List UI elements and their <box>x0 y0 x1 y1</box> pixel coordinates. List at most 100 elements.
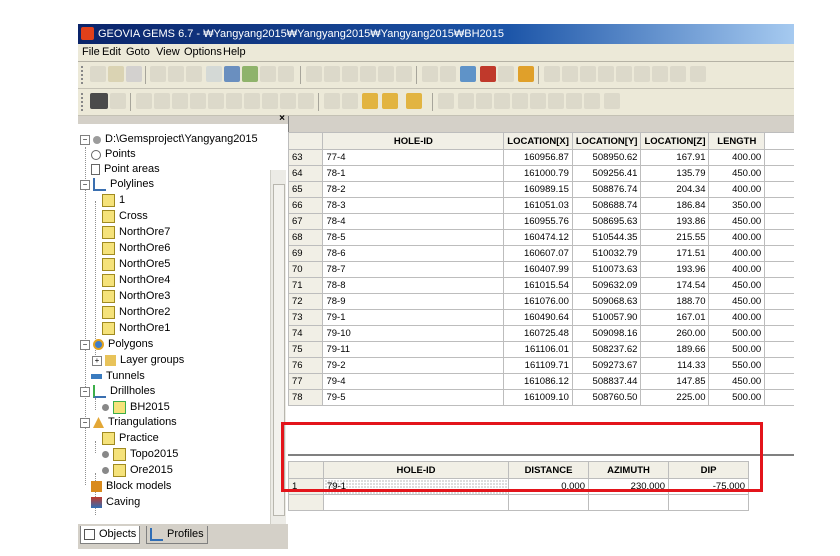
menu-options[interactable]: Options <box>184 46 222 58</box>
tree-item-ore2015[interactable]: Ore2015 <box>102 463 173 478</box>
table-cell[interactable]: 186.84 <box>640 197 710 214</box>
tree-item-northore2[interactable]: NorthOre2 <box>102 305 170 320</box>
tree-item-drillholes[interactable]: − Drillholes <box>80 384 155 399</box>
row-number-cell[interactable]: 64 <box>287 165 324 182</box>
table-cell[interactable]: 147.85 <box>640 373 710 390</box>
measure-icon[interactable] <box>598 66 614 82</box>
table-cell[interactable]: 161109.71 <box>503 357 573 374</box>
table-cell[interactable]: 78-1 <box>322 165 505 182</box>
redo-icon[interactable] <box>168 66 184 82</box>
tree-item-northore3[interactable]: NorthOre3 <box>102 289 170 304</box>
overlay-icon[interactable] <box>342 93 358 109</box>
zoom-in-icon[interactable] <box>136 93 152 109</box>
paste-icon[interactable] <box>324 66 340 82</box>
draw-line-icon[interactable] <box>494 93 510 109</box>
table-cell[interactable]: 508237.62 <box>571 341 642 358</box>
table-cell[interactable]: 450.00 <box>708 213 766 230</box>
table-cell[interactable]: 508876.74 <box>571 181 642 198</box>
tab-profiles[interactable]: Profiles <box>146 526 208 544</box>
table-cell[interactable]: 509632.09 <box>571 277 642 294</box>
table-cell[interactable]: 509273.67 <box>571 357 642 374</box>
table-cell[interactable]: 160407.99 <box>503 261 573 278</box>
tree-item-block-models[interactable]: Block models <box>91 479 171 494</box>
help-icon[interactable] <box>518 66 534 82</box>
tree-item-practice[interactable]: Practice <box>102 431 159 446</box>
table-cell[interactable]: 400.00 <box>708 245 766 262</box>
table-cell[interactable]: 135.79 <box>640 165 710 182</box>
tree-item-triangulations[interactable]: − Triangulations <box>80 415 177 430</box>
tree-item-cross[interactable]: Cross <box>102 209 148 224</box>
tree-item-caving[interactable]: Caving <box>91 495 140 510</box>
menu-goto[interactable]: Goto <box>126 46 150 58</box>
drillhole-icon[interactable] <box>362 93 378 109</box>
table-cell[interactable]: 500.00 <box>708 325 766 342</box>
table-row[interactable]: 74 79-10 160725.48 509098.16 260.00 500.00 <box>287 325 794 342</box>
table-cell[interactable]: 450.00 <box>708 277 766 294</box>
table-cell-empty[interactable] <box>508 494 589 511</box>
table-cell[interactable]: 450.00 <box>708 165 766 182</box>
table-cell[interactable]: 161076.00 <box>503 293 573 310</box>
table-cell[interactable]: 79-11 <box>322 341 505 358</box>
table-cell[interactable]: 400.00 <box>708 309 766 326</box>
table-cell[interactable]: 79-2 <box>322 357 505 374</box>
clip-plane-icon[interactable] <box>324 93 340 109</box>
pen-icon[interactable] <box>260 66 276 82</box>
expand-icon[interactable]: + <box>92 355 102 366</box>
row-number-cell[interactable]: 74 <box>287 325 324 342</box>
row-number-cell[interactable]: 76 <box>287 357 324 374</box>
table-cell[interactable]: 400.00 <box>708 229 766 246</box>
polyline-icon[interactable] <box>562 66 578 82</box>
table-cell[interactable]: 161009.10 <box>503 389 573 406</box>
tree-item-polylines[interactable]: − Polylines <box>80 177 154 192</box>
table-cell[interactable]: 500.00 <box>708 389 766 406</box>
table-cell[interactable]: 215.55 <box>640 229 710 246</box>
column-header[interactable]: LOCATION[Z] <box>640 132 710 150</box>
table-cell[interactable]: 160955.76 <box>503 213 573 230</box>
table-row[interactable]: 73 79-1 160490.64 510057.90 167.01 400.00 <box>287 309 794 326</box>
save-icon[interactable] <box>126 66 142 82</box>
collapse-icon[interactable]: − <box>80 417 90 428</box>
table-cell[interactable]: 204.34 <box>640 181 710 198</box>
table-row[interactable]: 69 78-6 160607.07 510032.79 171.51 400.00 <box>287 245 794 262</box>
column-header[interactable]: LOCATION[Y] <box>571 132 642 150</box>
table-cell[interactable]: 78-6 <box>322 245 505 262</box>
collapse-icon[interactable]: − <box>80 339 90 350</box>
tree-root[interactable]: − D:\Gemsproject\Yangyang2015 <box>80 132 258 147</box>
table-cell[interactable]: 160490.64 <box>503 309 573 326</box>
table-cell[interactable]: 79-10 <box>322 325 505 342</box>
tree-scrollbar[interactable] <box>270 170 286 549</box>
table-cell[interactable]: 79-4 <box>322 373 505 390</box>
row-number-cell[interactable]: 68 <box>287 229 324 246</box>
tree-item-polygons[interactable]: − Polygons <box>80 337 153 352</box>
table-cell-empty[interactable] <box>288 494 324 511</box>
window-icon[interactable] <box>206 66 222 82</box>
undo-icon[interactable] <box>150 66 166 82</box>
menu-help[interactable]: Help <box>223 46 246 58</box>
tree-item-northore6[interactable]: NorthOre6 <box>102 241 170 256</box>
table-cell[interactable]: 174.54 <box>640 277 710 294</box>
table-cell[interactable]: 508837.44 <box>571 373 642 390</box>
snap-icon[interactable] <box>616 66 632 82</box>
tab-objects[interactable]: Objects <box>80 526 141 544</box>
edit-icon[interactable] <box>186 66 202 82</box>
row-number-cell[interactable]: 65 <box>287 181 324 198</box>
drillhole-dropdown-icon[interactable] <box>382 93 398 109</box>
tree-item-northore4[interactable]: NorthOre4 <box>102 273 170 288</box>
table-row[interactable]: 78 79-5 161009.10 508760.50 225.00 500.00 <box>287 389 794 406</box>
toolbar-grip[interactable] <box>81 66 86 84</box>
tree-item-polyline-1[interactable]: 1 <box>102 193 125 208</box>
info-icon[interactable] <box>604 93 620 109</box>
section-icon[interactable] <box>280 93 296 109</box>
visible-eye-icon[interactable] <box>102 467 109 474</box>
table-cell[interactable]: 78-2 <box>322 181 505 198</box>
table-cell[interactable]: 508688.74 <box>571 197 642 214</box>
drillhole-style-dropdown-icon[interactable] <box>406 93 422 109</box>
redraw-icon[interactable] <box>262 93 278 109</box>
draw-poly-icon[interactable] <box>566 93 582 109</box>
table-cell[interactable]: 400.00 <box>708 181 766 198</box>
menu-file[interactable]: File <box>82 46 100 58</box>
chart-icon[interactable] <box>438 93 454 109</box>
column-header[interactable]: LENGTH <box>708 132 766 150</box>
table-cell[interactable]: 400.00 <box>708 261 766 278</box>
table-cell[interactable]: 510073.63 <box>571 261 642 278</box>
